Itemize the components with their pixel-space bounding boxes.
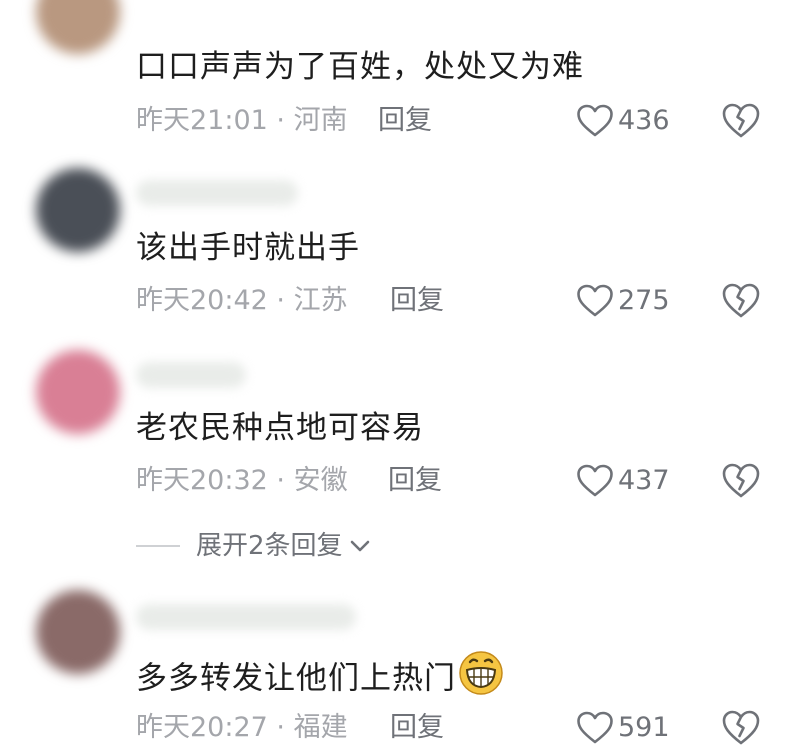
- heart-icon: [577, 464, 613, 497]
- broken-heart-icon: [722, 710, 760, 745]
- grinning-face-icon: [458, 650, 504, 706]
- heart-icon: [577, 104, 613, 137]
- comment-location: 安徽: [293, 465, 348, 496]
- expand-divider: [136, 545, 180, 547]
- avatar[interactable]: [36, 590, 120, 674]
- dislike-button[interactable]: [720, 461, 762, 501]
- expand-replies-button[interactable]: 展开2条回复: [136, 526, 371, 566]
- comment-time: 昨天21:01: [136, 105, 268, 136]
- like-button[interactable]: 591: [576, 708, 670, 748]
- heart-icon: [577, 711, 613, 744]
- comment-location: 河南: [293, 105, 348, 136]
- reply-button[interactable]: 回复: [388, 464, 442, 498]
- like-count: 591: [618, 712, 670, 743]
- comment-location: 江苏: [293, 285, 348, 316]
- avatar[interactable]: [36, 0, 120, 54]
- like-count: 436: [618, 105, 670, 136]
- avatar[interactable]: [36, 350, 120, 434]
- like-button[interactable]: 437: [576, 461, 670, 501]
- dislike-button[interactable]: [720, 101, 762, 141]
- comment-meta: 昨天21:01 · 河南: [136, 104, 348, 138]
- like-button[interactable]: 275: [576, 281, 670, 321]
- meta-separator: ·: [276, 285, 285, 316]
- broken-heart-icon: [722, 103, 760, 138]
- avatar[interactable]: [36, 168, 120, 252]
- comment-location: 福建: [293, 712, 348, 743]
- comment-text: 多多转发让他们上热门: [136, 650, 504, 708]
- comment-text: 老农民种点地可容易: [136, 410, 424, 446]
- chevron-down-icon: [350, 540, 369, 552]
- broken-heart-icon: [722, 283, 760, 318]
- comment-meta: 昨天20:27 · 福建: [136, 711, 348, 745]
- comment-meta: 昨天20:32 · 安徽: [136, 464, 348, 498]
- comment-text: 口口声声为了百姓，处处又为难: [136, 49, 584, 85]
- username-blurred[interactable]: [136, 180, 298, 206]
- username-blurred[interactable]: [136, 604, 356, 630]
- dislike-button[interactable]: [720, 281, 762, 321]
- meta-separator: ·: [276, 712, 285, 743]
- dislike-button[interactable]: [720, 708, 762, 748]
- reply-button[interactable]: 回复: [378, 104, 432, 138]
- comment-time: 昨天20:27: [136, 712, 268, 743]
- heart-icon: [577, 284, 613, 317]
- comment-time: 昨天20:42: [136, 285, 268, 316]
- reply-button[interactable]: 回复: [390, 711, 444, 745]
- username-blurred[interactable]: [136, 362, 246, 388]
- like-count: 437: [618, 465, 670, 496]
- broken-heart-icon: [722, 463, 760, 498]
- like-button[interactable]: 436: [576, 101, 670, 141]
- meta-separator: ·: [276, 105, 285, 136]
- comment-time: 昨天20:32: [136, 465, 268, 496]
- comment-text: 该出手时就出手: [136, 230, 360, 266]
- comment-meta: 昨天20:42 · 江苏: [136, 284, 348, 318]
- meta-separator: ·: [276, 465, 285, 496]
- like-count: 275: [618, 285, 670, 316]
- reply-button[interactable]: 回复: [390, 284, 444, 318]
- expand-replies-label: 展开2条回复: [196, 531, 343, 561]
- comment-text-content: 多多转发让他们上热门: [136, 660, 456, 697]
